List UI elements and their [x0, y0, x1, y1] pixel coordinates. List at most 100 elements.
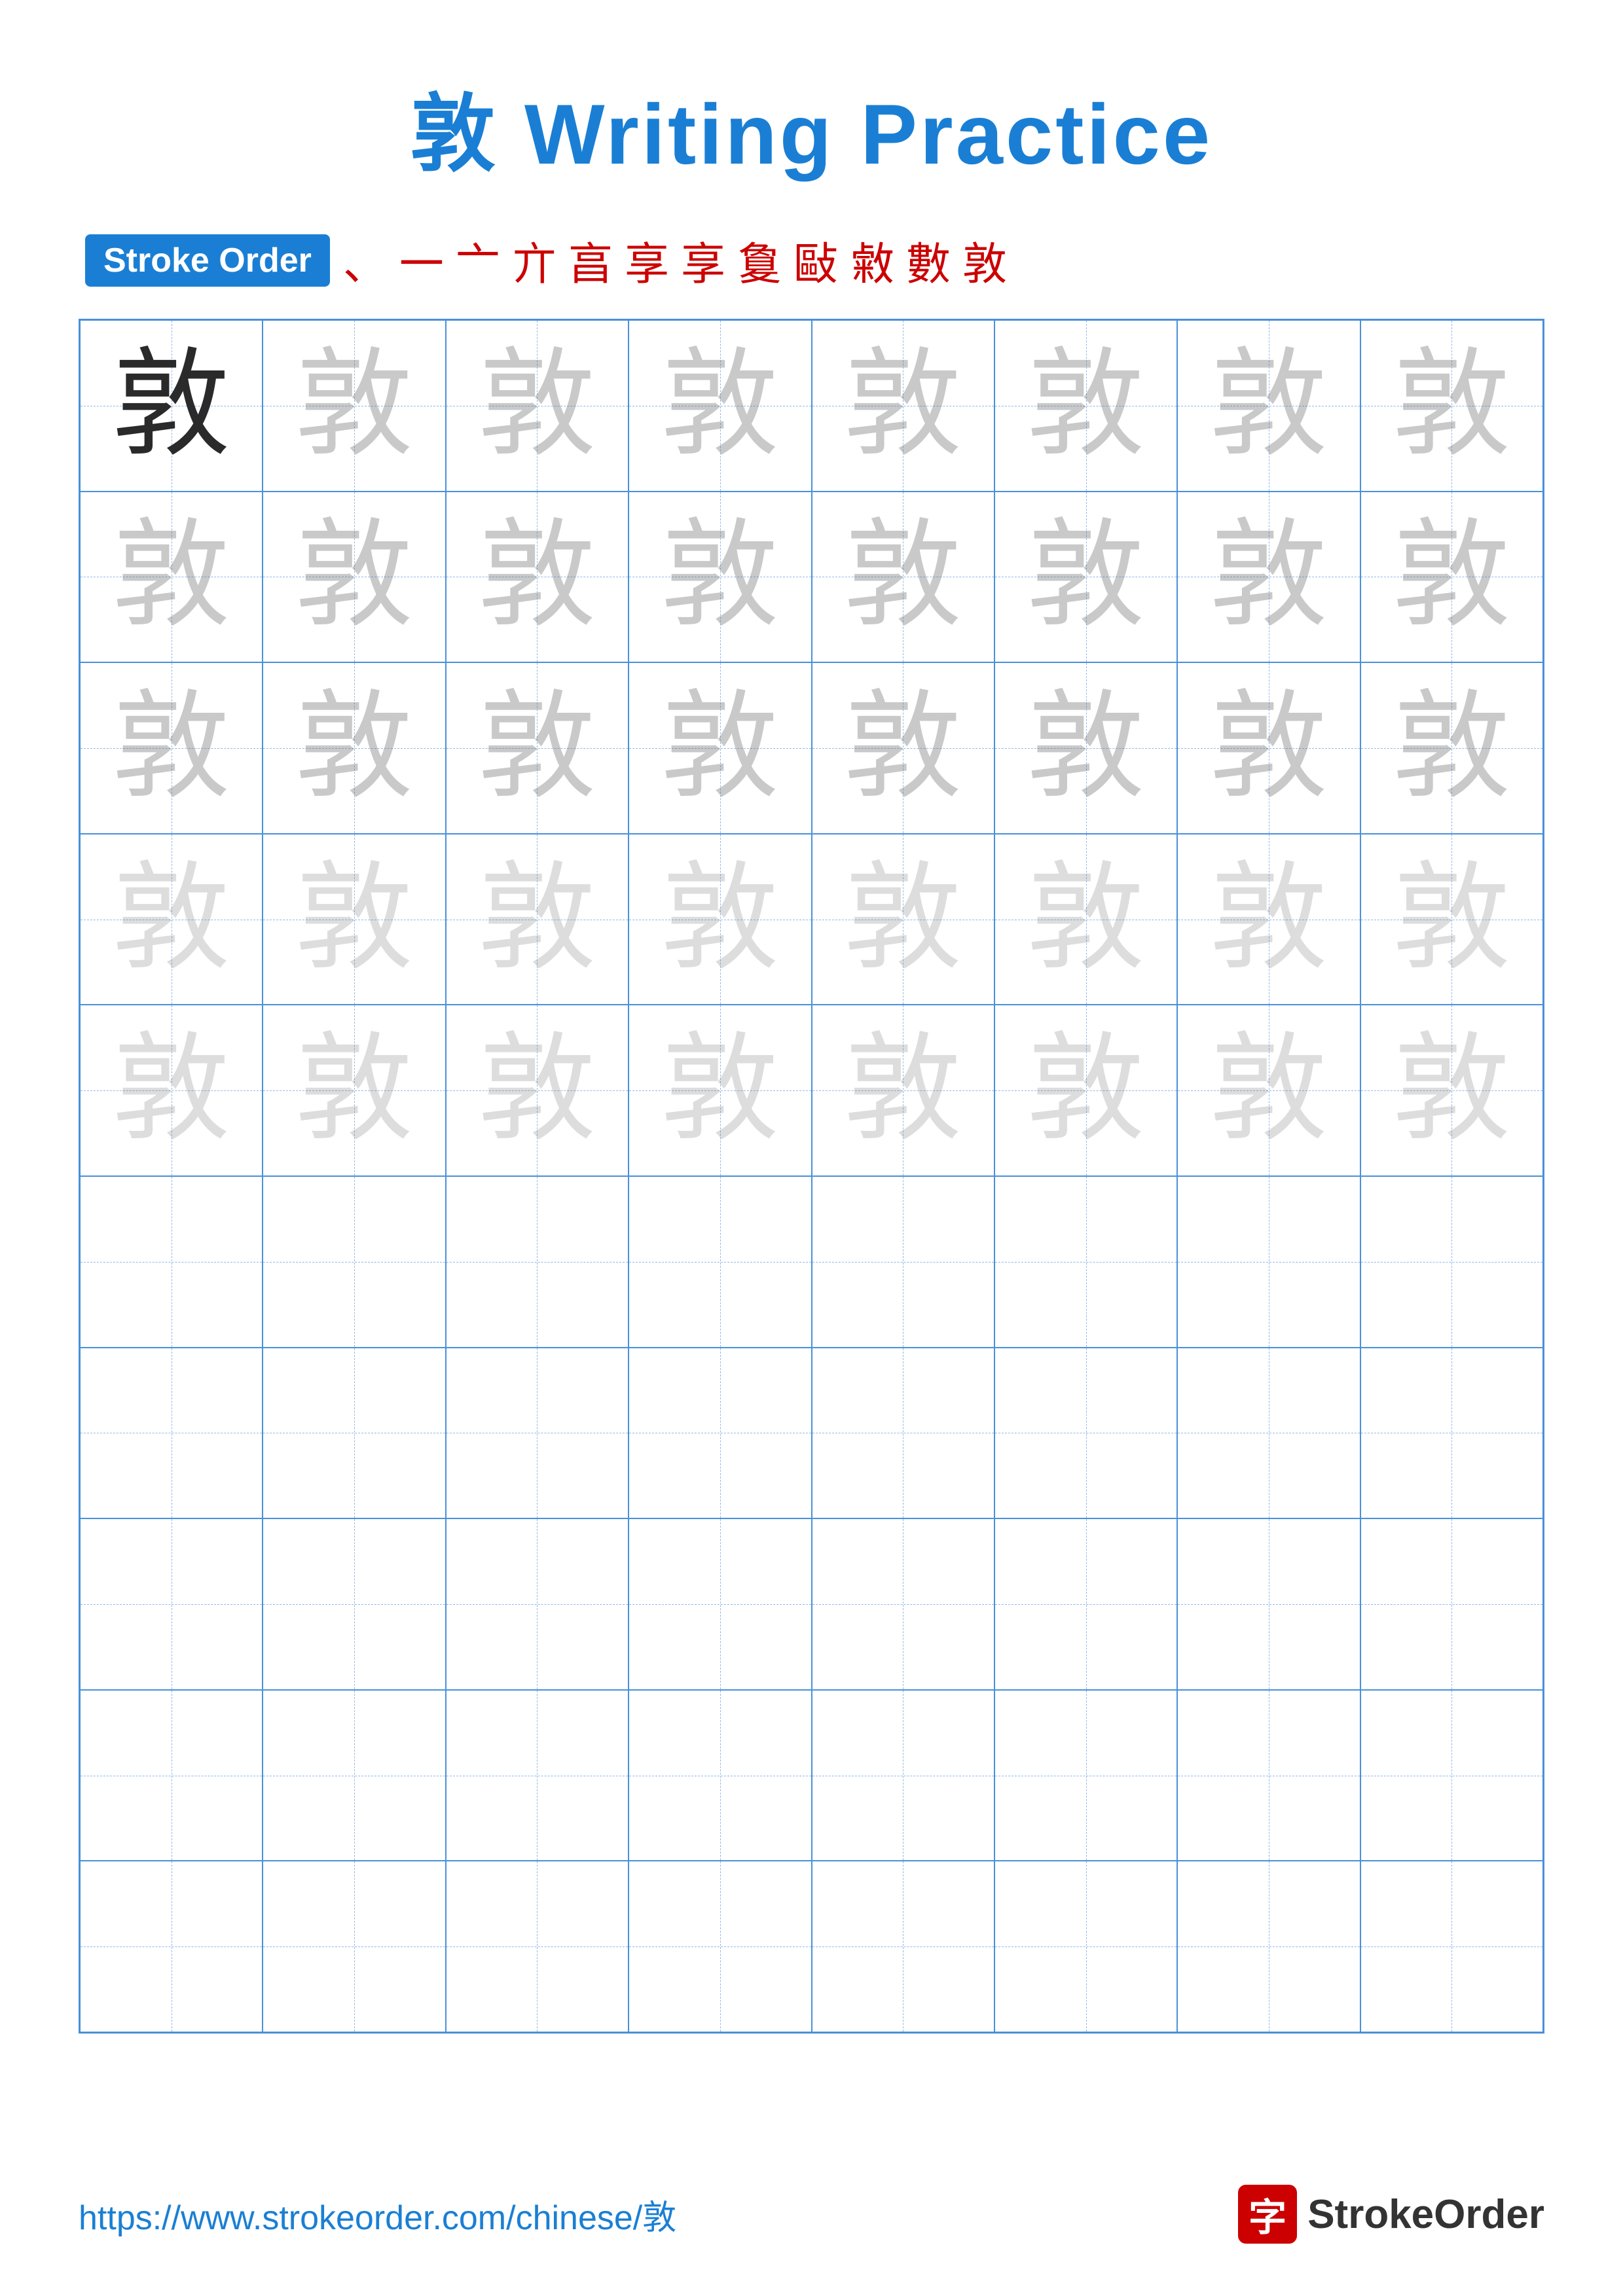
grid-cell-empty[interactable] — [1177, 1176, 1360, 1348]
grid-cell[interactable]: 敦 — [1360, 320, 1543, 492]
grid-cell-empty[interactable] — [263, 1348, 445, 1519]
grid-cell-empty[interactable] — [812, 1176, 994, 1348]
grid-cell[interactable]: 敦 — [812, 1005, 994, 1176]
grid-cell[interactable]: 敦 — [263, 834, 445, 1005]
grid-cell[interactable]: 敦 — [629, 492, 811, 663]
grid-cell[interactable]: 敦 — [994, 834, 1177, 1005]
practice-char: 敦 — [478, 861, 596, 978]
grid-cell-empty[interactable] — [812, 1690, 994, 1861]
grid-cell[interactable]: 敦 — [1177, 492, 1360, 663]
grid-cell-empty[interactable] — [994, 1176, 1177, 1348]
grid-cell-empty[interactable] — [994, 1348, 1177, 1519]
stroke-1: 、 — [343, 228, 388, 293]
grid-cell-empty[interactable] — [1360, 1348, 1543, 1519]
grid-cell[interactable]: 敦 — [80, 320, 263, 492]
grid-cell-empty[interactable] — [1360, 1176, 1543, 1348]
grid-cell-empty[interactable] — [80, 1861, 263, 2032]
grid-cell[interactable]: 敦 — [812, 492, 994, 663]
grid-cell[interactable]: 敦 — [263, 1005, 445, 1176]
grid-cell-empty[interactable] — [263, 1861, 445, 2032]
grid-cell-empty[interactable] — [1177, 1348, 1360, 1519]
footer-url[interactable]: https://www.strokeorder.com/chinese/敦 — [79, 2190, 676, 2239]
grid-cell-empty[interactable] — [1360, 1861, 1543, 2032]
grid-cell[interactable]: 敦 — [1360, 662, 1543, 834]
practice-char: 敦 — [295, 1031, 413, 1149]
grid-cell-empty[interactable] — [1177, 1690, 1360, 1861]
grid-cell-empty[interactable] — [1360, 1518, 1543, 1690]
grid-cell[interactable]: 敦 — [629, 320, 811, 492]
logo-text: StrokeOrder — [1307, 2191, 1544, 2238]
grid-cell-empty[interactable] — [812, 1348, 994, 1519]
grid-cell-empty[interactable] — [629, 1690, 811, 1861]
practice-char: 敦 — [113, 347, 230, 465]
practice-char: 敦 — [844, 861, 962, 978]
grid-cell[interactable]: 敦 — [446, 492, 629, 663]
grid-cell[interactable]: 敦 — [263, 320, 445, 492]
grid-cell[interactable]: 敦 — [1177, 320, 1360, 492]
grid-cell-empty[interactable] — [446, 1861, 629, 2032]
stroke-11: 數 — [906, 228, 951, 293]
grid-cell-empty[interactable] — [263, 1690, 445, 1861]
grid-cell-empty[interactable] — [994, 1690, 1177, 1861]
grid-cell[interactable]: 敦 — [629, 834, 811, 1005]
grid-cell-empty[interactable] — [446, 1176, 629, 1348]
practice-char: 敦 — [1393, 861, 1510, 978]
grid-cell-empty[interactable] — [446, 1348, 629, 1519]
grid-cell[interactable]: 敦 — [629, 1005, 811, 1176]
grid-cell[interactable]: 敦 — [994, 1005, 1177, 1176]
grid-cell[interactable]: 敦 — [994, 662, 1177, 834]
practice-char: 敦 — [1393, 347, 1510, 465]
grid-cell-empty[interactable] — [446, 1690, 629, 1861]
grid-cell[interactable]: 敦 — [1177, 662, 1360, 834]
grid-cell[interactable]: 敦 — [263, 492, 445, 663]
grid-cell-empty[interactable] — [629, 1861, 811, 2032]
grid-cell[interactable]: 敦 — [80, 1005, 263, 1176]
practice-char: 敦 — [844, 689, 962, 807]
grid-cell-empty[interactable] — [263, 1176, 445, 1348]
grid-cell-empty[interactable] — [812, 1861, 994, 2032]
grid-cell-empty[interactable] — [80, 1518, 263, 1690]
grid-cell[interactable]: 敦 — [80, 662, 263, 834]
grid-cell[interactable]: 敦 — [629, 662, 811, 834]
grid-cell[interactable]: 敦 — [446, 1005, 629, 1176]
grid-cell[interactable]: 敦 — [812, 662, 994, 834]
grid-cell[interactable]: 敦 — [1177, 1005, 1360, 1176]
grid-cell-empty[interactable] — [80, 1348, 263, 1519]
grid-cell-empty[interactable] — [812, 1518, 994, 1690]
practice-grid: 敦 敦 敦 敦 敦 敦 敦 敦 敦 敦 敦 — [79, 319, 1544, 2034]
grid-cell[interactable]: 敦 — [1177, 834, 1360, 1005]
grid-cell[interactable]: 敦 — [994, 320, 1177, 492]
grid-cell[interactable]: 敦 — [446, 320, 629, 492]
grid-cell-empty[interactable] — [629, 1176, 811, 1348]
grid-cell[interactable]: 敦 — [812, 834, 994, 1005]
grid-cell-empty[interactable] — [1177, 1518, 1360, 1690]
logo-icon: 字 — [1238, 2185, 1297, 2244]
grid-cell[interactable]: 敦 — [1360, 492, 1543, 663]
grid-cell-empty[interactable] — [629, 1348, 811, 1519]
grid-cell[interactable]: 敦 — [446, 662, 629, 834]
stroke-chars: 、 一 亠 亣 亯 享 享 敻 敺 敹 數 敦 — [343, 228, 1007, 293]
practice-char: 敦 — [295, 861, 413, 978]
grid-cell[interactable]: 敦 — [1360, 1005, 1543, 1176]
practice-char: 敦 — [113, 861, 230, 978]
grid-cell[interactable]: 敦 — [812, 320, 994, 492]
grid-cell[interactable]: 敦 — [80, 492, 263, 663]
grid-cell-empty[interactable] — [994, 1861, 1177, 2032]
grid-cell-empty[interactable] — [629, 1518, 811, 1690]
grid-cell-empty[interactable] — [80, 1690, 263, 1861]
practice-char: 敦 — [844, 518, 962, 636]
grid-cell-empty[interactable] — [994, 1518, 1177, 1690]
practice-char: 敦 — [295, 518, 413, 636]
grid-cell[interactable]: 敦 — [994, 492, 1177, 663]
grid-cell-empty[interactable] — [1177, 1861, 1360, 2032]
grid-cell[interactable]: 敦 — [446, 834, 629, 1005]
practice-char: 敦 — [1210, 1031, 1328, 1149]
grid-cell[interactable]: 敦 — [1360, 834, 1543, 1005]
grid-cell-empty[interactable] — [263, 1518, 445, 1690]
stroke-12: 敦 — [962, 228, 1007, 293]
grid-cell[interactable]: 敦 — [80, 834, 263, 1005]
grid-cell-empty[interactable] — [1360, 1690, 1543, 1861]
grid-cell[interactable]: 敦 — [263, 662, 445, 834]
grid-cell-empty[interactable] — [446, 1518, 629, 1690]
grid-cell-empty[interactable] — [80, 1176, 263, 1348]
